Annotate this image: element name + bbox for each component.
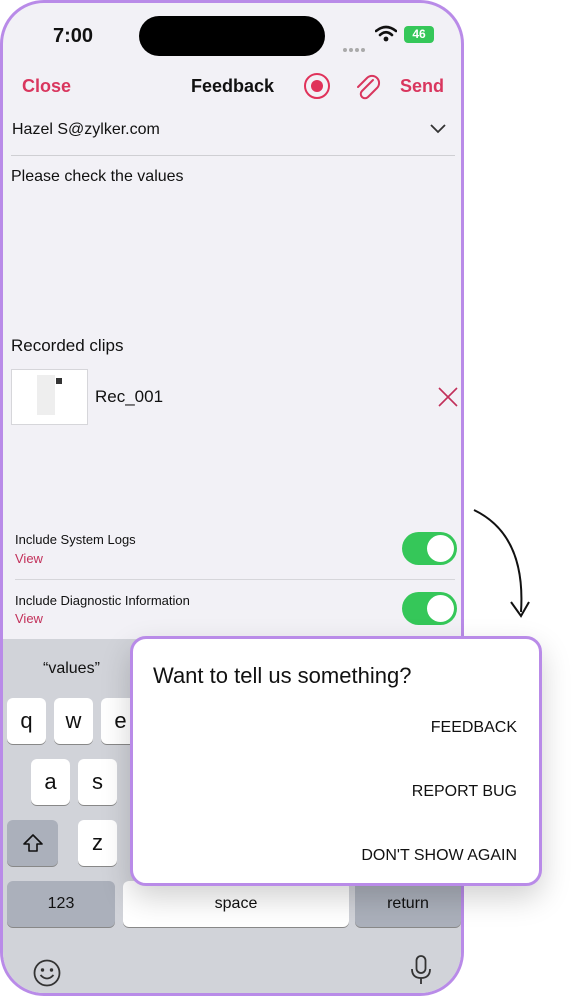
numbers-key[interactable]: 123 [7,881,115,927]
chevron-down-icon[interactable] [429,123,447,135]
curved-arrow-icon [473,509,530,618]
dynamic-island [139,16,325,56]
page-title: Feedback [191,76,275,96]
clip-thumbnail[interactable] [11,369,88,425]
feedback-popup: Want to tell us something? FEEDBACK REPO… [130,636,542,886]
option-label-diagnostics: Include Diagnostic Information [15,593,190,608]
shift-icon [22,834,43,852]
record-icon[interactable] [304,73,330,99]
key-q[interactable]: q [7,698,46,744]
diagnostics-toggle[interactable] [402,592,457,625]
key-z[interactable]: z [78,820,117,866]
attachment-icon[interactable] [353,71,381,101]
key-w[interactable]: w [54,698,93,744]
dont-show-again-button[interactable]: DON'T SHOW AGAIN [361,847,517,865]
space-key[interactable]: space [123,881,349,927]
key-s[interactable]: s [78,759,117,805]
keyboard-suggestion[interactable]: “values” [43,660,100,678]
feedback-button[interactable]: FEEDBACK [431,719,517,737]
emoji-icon[interactable] [32,958,62,988]
option-label-system-logs: Include System Logs [15,532,136,547]
key-a[interactable]: a [31,759,70,805]
message-text[interactable]: Please check the values [11,168,184,186]
recorded-clips-heading: Recorded clips [11,336,124,355]
shift-key[interactable] [7,820,58,866]
send-button[interactable]: Send [400,76,444,97]
view-diagnostics-link[interactable]: View [15,611,43,626]
battery-icon: 46 [404,26,434,43]
nav-bar: Close Feedback Send [3,67,461,107]
popup-title: Want to tell us something? [153,663,412,688]
close-button[interactable]: Close [22,76,71,97]
view-system-logs-link[interactable]: View [15,551,43,566]
remove-clip-icon[interactable] [436,385,460,409]
signal-icon [343,39,369,52]
microphone-icon[interactable] [409,954,433,986]
status-time: 7:00 [53,25,94,47]
wifi-icon [375,25,397,42]
report-bug-button[interactable]: REPORT BUG [412,783,517,801]
from-address[interactable]: Hazel S@zylker.com [12,121,160,139]
clip-name: Rec_001 [95,387,164,406]
return-key[interactable]: return [355,881,461,927]
divider [11,155,455,156]
system-logs-toggle[interactable] [402,532,457,565]
divider [15,579,455,580]
